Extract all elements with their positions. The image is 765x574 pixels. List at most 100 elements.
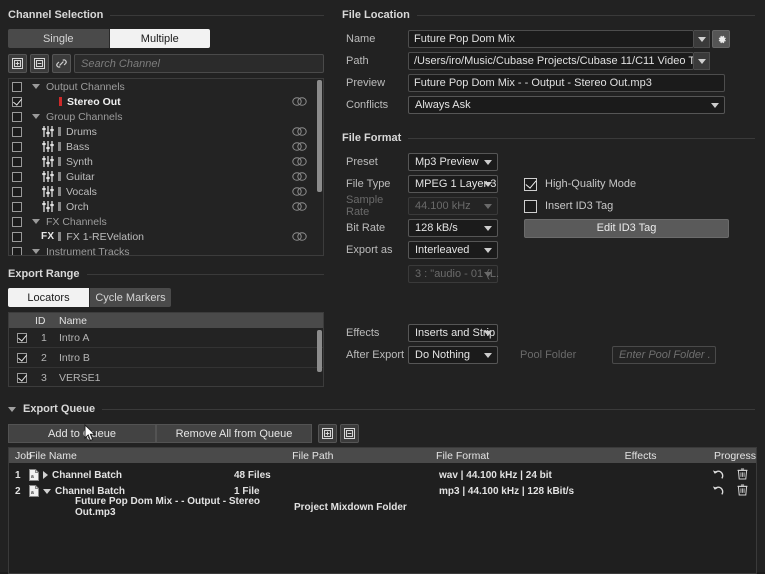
channel-checkbox[interactable]: [12, 186, 22, 197]
queue-toolbar: [318, 424, 359, 443]
queue-row[interactable]: 1 a Channel Batch 48 Files wav | 44.100 kHz …: [9, 467, 756, 483]
range-checkbox[interactable]: [17, 352, 27, 363]
export-queue-header[interactable]: Export Queue: [0, 398, 765, 420]
high-quality-checkbox[interactable]: [524, 177, 537, 191]
stereo-config-icon[interactable]: [292, 142, 307, 151]
collapse-queue-icon[interactable]: [340, 424, 359, 443]
channel-folder-label: Group Channels: [46, 110, 123, 123]
stereo-config-icon[interactable]: [292, 187, 307, 196]
chevron-down-icon[interactable]: [8, 406, 16, 412]
channel-row[interactable]: Drums: [9, 124, 323, 139]
name-dropdown-arrow[interactable]: [694, 30, 710, 48]
channel-row[interactable]: Bass: [9, 139, 323, 154]
reset-icon[interactable]: [712, 469, 724, 483]
search-input[interactable]: Search Channel: [74, 54, 324, 73]
collapse-all-icon[interactable]: [30, 54, 49, 73]
expand-all-icon[interactable]: [8, 54, 27, 73]
pool-folder-input[interactable]: Enter Pool Folder .: [612, 346, 716, 364]
stereo-config-icon[interactable]: [292, 97, 307, 106]
gear-icon[interactable]: [712, 30, 730, 48]
channel-row[interactable]: Synth: [9, 154, 323, 169]
stereo-config-icon[interactable]: [292, 232, 307, 241]
fader-icon: [41, 201, 55, 212]
tab-multiple[interactable]: Multiple: [109, 29, 210, 48]
range-checkbox-cell[interactable]: [9, 332, 35, 343]
channel-checkbox[interactable]: [12, 111, 22, 122]
after-export-dropdown[interactable]: Do Nothing: [408, 346, 498, 364]
preset-dropdown[interactable]: Mp3 Preview: [408, 153, 498, 171]
delete-icon[interactable]: [737, 468, 748, 483]
col-file-path: File Path: [292, 449, 334, 462]
channel-row[interactable]: Group Channels: [9, 109, 323, 124]
stereo-config-icon[interactable]: [292, 172, 307, 181]
channel-color-bar: [58, 187, 61, 196]
range-checkbox-cell[interactable]: [9, 352, 35, 363]
range-checkbox-cell[interactable]: [9, 372, 35, 383]
export-as-dropdown[interactable]: Interleaved: [408, 241, 498, 259]
effects-dropdown[interactable]: Inserts and Strip: [408, 324, 498, 342]
expand-queue-icon[interactable]: [318, 424, 337, 443]
channel-checkbox[interactable]: [12, 141, 22, 152]
add-to-queue-button[interactable]: Add to Queue: [8, 424, 156, 443]
channel-checkbox[interactable]: [12, 126, 22, 137]
tab-single[interactable]: Single: [8, 29, 110, 48]
expand-triangle-icon[interactable]: [32, 84, 40, 89]
table-row[interactable]: 3 VERSE1: [9, 368, 323, 386]
channel-checkbox[interactable]: [12, 96, 22, 107]
chevron-down-icon: [484, 272, 492, 277]
link-icon[interactable]: [52, 54, 71, 73]
path-dropdown-arrow[interactable]: [694, 52, 710, 70]
channel-row[interactable]: Instrument Tracks: [9, 244, 323, 255]
channel-row[interactable]: Guitar: [9, 169, 323, 184]
tab-locators[interactable]: Locators: [8, 288, 90, 307]
edit-id3-tag-button[interactable]: Edit ID3 Tag: [524, 218, 729, 238]
export-queue-table: Job File Name File Path File Format Effe…: [8, 447, 757, 574]
table-row[interactable]: 1 Intro A: [9, 328, 323, 348]
channel-checkbox[interactable]: [12, 246, 22, 255]
file-type-dropdown[interactable]: MPEG 1 Layer 3: [408, 175, 498, 193]
channel-checkbox[interactable]: [12, 216, 22, 227]
stereo-config-icon[interactable]: [292, 157, 307, 166]
tab-cycle-markers[interactable]: Cycle Markers: [90, 288, 171, 307]
channel-checkbox[interactable]: [12, 171, 22, 182]
channel-checkbox[interactable]: [12, 231, 22, 242]
bit-rate-dropdown[interactable]: 128 kB/s: [408, 219, 498, 237]
channel-list[interactable]: Output Channels Stereo Out Group Channels D…: [8, 78, 324, 256]
expand-triangle-icon[interactable]: [32, 249, 40, 254]
remove-all-from-queue-button[interactable]: Remove All from Queue: [156, 424, 312, 443]
queue-sub-row[interactable]: Future Pop Dom Mix - - Output - Stereo O…: [9, 496, 756, 518]
channel-row[interactable]: FX FX 1-REVelation: [9, 229, 323, 244]
channel-list-scrollbar[interactable]: [317, 80, 322, 192]
reset-icon[interactable]: [712, 485, 724, 499]
channel-row[interactable]: Stereo Out: [9, 94, 323, 109]
expand-triangle-icon[interactable]: [32, 114, 40, 119]
channel-row[interactable]: FX Channels: [9, 214, 323, 229]
collapse-triangle-icon[interactable]: [43, 488, 51, 494]
channel-label: Stereo Out: [67, 95, 121, 108]
name-input[interactable]: Future Pop Dom Mix: [408, 30, 694, 48]
channel-label: Guitar: [66, 170, 95, 183]
channel-row[interactable]: Orch: [9, 199, 323, 214]
channel-checkbox[interactable]: [12, 81, 22, 92]
path-input[interactable]: /Users/iro/Music/Cubase Projects/Cubase …: [408, 52, 694, 70]
range-checkbox[interactable]: [17, 332, 27, 343]
expand-triangle-icon[interactable]: [32, 219, 40, 224]
stereo-config-icon[interactable]: [292, 127, 307, 136]
expand-triangle-icon[interactable]: [43, 471, 48, 479]
stereo-config-icon[interactable]: [292, 202, 307, 211]
range-checkbox[interactable]: [17, 372, 27, 383]
delete-icon[interactable]: [737, 484, 748, 499]
table-row[interactable]: 2 Intro B: [9, 348, 323, 368]
conflicts-dropdown[interactable]: Always Ask: [408, 96, 725, 114]
range-id: 3: [41, 371, 47, 384]
channel-row[interactable]: Vocals: [9, 184, 323, 199]
channel-checkbox[interactable]: [12, 201, 22, 212]
insert-id3-checkbox[interactable]: [524, 199, 537, 213]
queue-job-number: 1: [15, 469, 21, 481]
range-table-scrollbar[interactable]: [317, 330, 322, 372]
preset-label: Preset: [346, 156, 378, 168]
file-format-header: File Format: [334, 127, 765, 149]
channel-checkbox[interactable]: [12, 156, 22, 167]
document-icon: a: [29, 469, 39, 481]
channel-row[interactable]: Output Channels: [9, 79, 323, 94]
